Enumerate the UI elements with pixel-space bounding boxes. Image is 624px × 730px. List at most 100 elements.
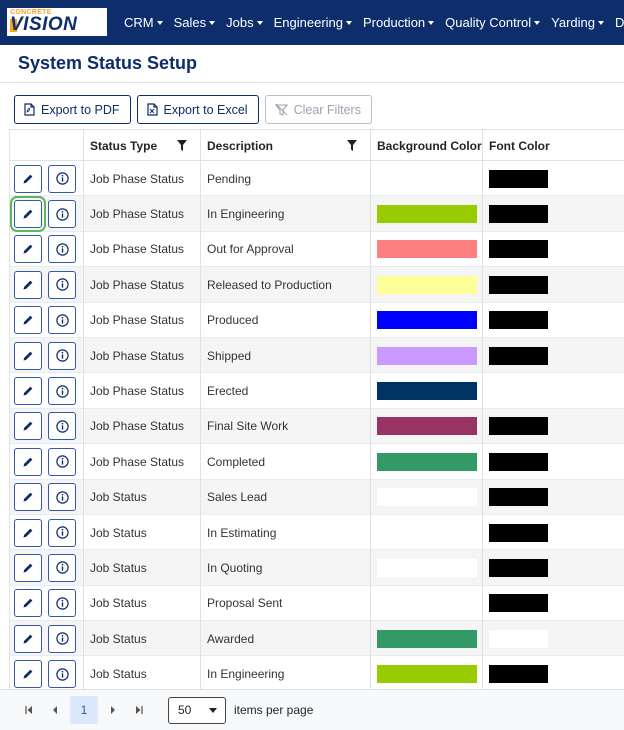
info-icon: [55, 597, 69, 610]
pencil-icon: [23, 315, 33, 325]
info-button[interactable]: [48, 589, 76, 618]
prev-page-button[interactable]: [42, 697, 68, 723]
title-bar: System Status Setup: [0, 45, 624, 83]
cell-description: Final Site Work: [201, 408, 371, 445]
cell-status-type: Job Phase Status: [84, 161, 201, 197]
edit-button[interactable]: [14, 306, 42, 335]
info-button[interactable]: [48, 164, 76, 193]
edit-button[interactable]: [14, 447, 42, 476]
export-excel-button[interactable]: Export to Excel: [136, 95, 259, 124]
nav-item-production[interactable]: Production: [363, 15, 435, 30]
info-button[interactable]: [48, 235, 76, 264]
pdf-file-icon: [24, 103, 35, 116]
edit-button[interactable]: [14, 341, 42, 370]
cell-background-color: [371, 267, 483, 303]
pencil-icon: [23, 279, 33, 290]
nav-item-dispatch[interactable]: Dispatch: [615, 15, 624, 30]
edit-button[interactable]: [14, 270, 42, 299]
pencil-icon: [23, 492, 33, 502]
edit-button[interactable]: [14, 483, 42, 512]
cell-description: Pending: [201, 161, 371, 197]
background-color-swatch: [377, 240, 477, 259]
export-pdf-button[interactable]: Export to PDF: [14, 95, 131, 124]
prev-page-icon: [53, 706, 57, 714]
info-button[interactable]: [48, 341, 76, 370]
nav-item-engineering[interactable]: Engineering: [274, 15, 352, 30]
nav-item-sales[interactable]: Sales: [174, 15, 216, 30]
cell-status-type: Job Phase Status: [84, 302, 201, 338]
table-row: Job Phase Status In Engineering: [10, 196, 624, 233]
background-color-swatch: [377, 558, 477, 577]
cell-font-color: [483, 161, 624, 196]
table-row: Job Phase Status Erected: [10, 373, 624, 409]
header-font-color[interactable]: Font Color: [483, 130, 624, 161]
edit-button[interactable]: [14, 518, 42, 547]
edit-button[interactable]: [14, 589, 42, 618]
page-number-current[interactable]: 1: [70, 696, 98, 724]
info-icon: [55, 207, 69, 221]
brand-logo[interactable]: CONCRETE VISION: [7, 8, 107, 36]
export-pdf-label: Export to PDF: [41, 102, 120, 117]
filter-icon[interactable]: [177, 140, 187, 151]
edit-button[interactable]: [14, 164, 42, 193]
next-page-icon: [111, 706, 115, 714]
cell-description: Proposal Sent: [201, 585, 371, 622]
info-button[interactable]: [48, 624, 76, 653]
info-icon: [55, 314, 69, 327]
info-button[interactable]: [48, 306, 76, 335]
nav-item-jobs[interactable]: Jobs: [226, 15, 263, 30]
header-status-type[interactable]: Status Type: [84, 130, 201, 161]
export-excel-label: Export to Excel: [163, 102, 248, 117]
info-button[interactable]: [48, 660, 76, 689]
pencil-icon: [23, 421, 33, 431]
edit-button[interactable]: [14, 412, 42, 441]
cell-font-color: [483, 444, 624, 479]
first-page-button[interactable]: [16, 697, 42, 723]
caret-down-icon: [346, 20, 352, 25]
table-row: Job Phase Status Produced: [10, 302, 624, 338]
pencil-icon: [23, 527, 33, 538]
header-description[interactable]: Description: [201, 130, 371, 161]
cell-status-type: Job Status: [84, 656, 201, 689]
filter-icon[interactable]: [347, 140, 357, 151]
next-page-button[interactable]: [100, 697, 126, 723]
edit-button[interactable]: [14, 660, 42, 689]
background-color-swatch: [377, 417, 477, 436]
nav-item-quality-control[interactable]: Quality Control: [445, 15, 541, 30]
cell-background-color: [371, 585, 483, 622]
nav-item-yarding[interactable]: Yarding: [551, 15, 604, 30]
cell-status-type: Job Phase Status: [84, 408, 201, 445]
cell-background-color: [371, 161, 483, 197]
info-icon: [55, 632, 69, 645]
nav-item-crm[interactable]: CRM: [124, 15, 163, 30]
nav-item-label: Jobs: [226, 15, 254, 30]
cell-description: Completed: [201, 444, 371, 480]
info-button[interactable]: [48, 270, 76, 299]
font-color-swatch: [489, 417, 548, 436]
background-color-swatch: [377, 488, 477, 507]
header-actions: [10, 130, 84, 161]
info-button[interactable]: [48, 447, 76, 476]
edit-button[interactable]: [14, 553, 42, 582]
nav-item-label: Production: [363, 15, 426, 30]
last-page-button[interactable]: [126, 697, 152, 723]
cell-font-color: [483, 586, 624, 621]
table-row: Job Phase Status Final Site Work: [10, 408, 624, 445]
info-button[interactable]: [48, 483, 76, 512]
info-button[interactable]: [48, 553, 76, 582]
cell-font-color: [483, 232, 624, 267]
edit-button[interactable]: [14, 377, 42, 406]
caret-down-icon: [256, 20, 263, 25]
row-actions: [10, 514, 84, 551]
edit-button[interactable]: [14, 235, 42, 264]
edit-button[interactable]: [10, 196, 46, 233]
edit-button[interactable]: [14, 624, 42, 653]
page-size-select[interactable]: 50: [168, 696, 226, 724]
info-button[interactable]: [48, 412, 76, 441]
clear-filters-button[interactable]: Clear Filters: [264, 95, 372, 124]
row-actions: [10, 161, 84, 197]
info-button[interactable]: [48, 518, 76, 547]
header-background-color[interactable]: Background Color: [371, 130, 483, 161]
info-button[interactable]: [48, 200, 76, 229]
info-button[interactable]: [48, 377, 76, 406]
